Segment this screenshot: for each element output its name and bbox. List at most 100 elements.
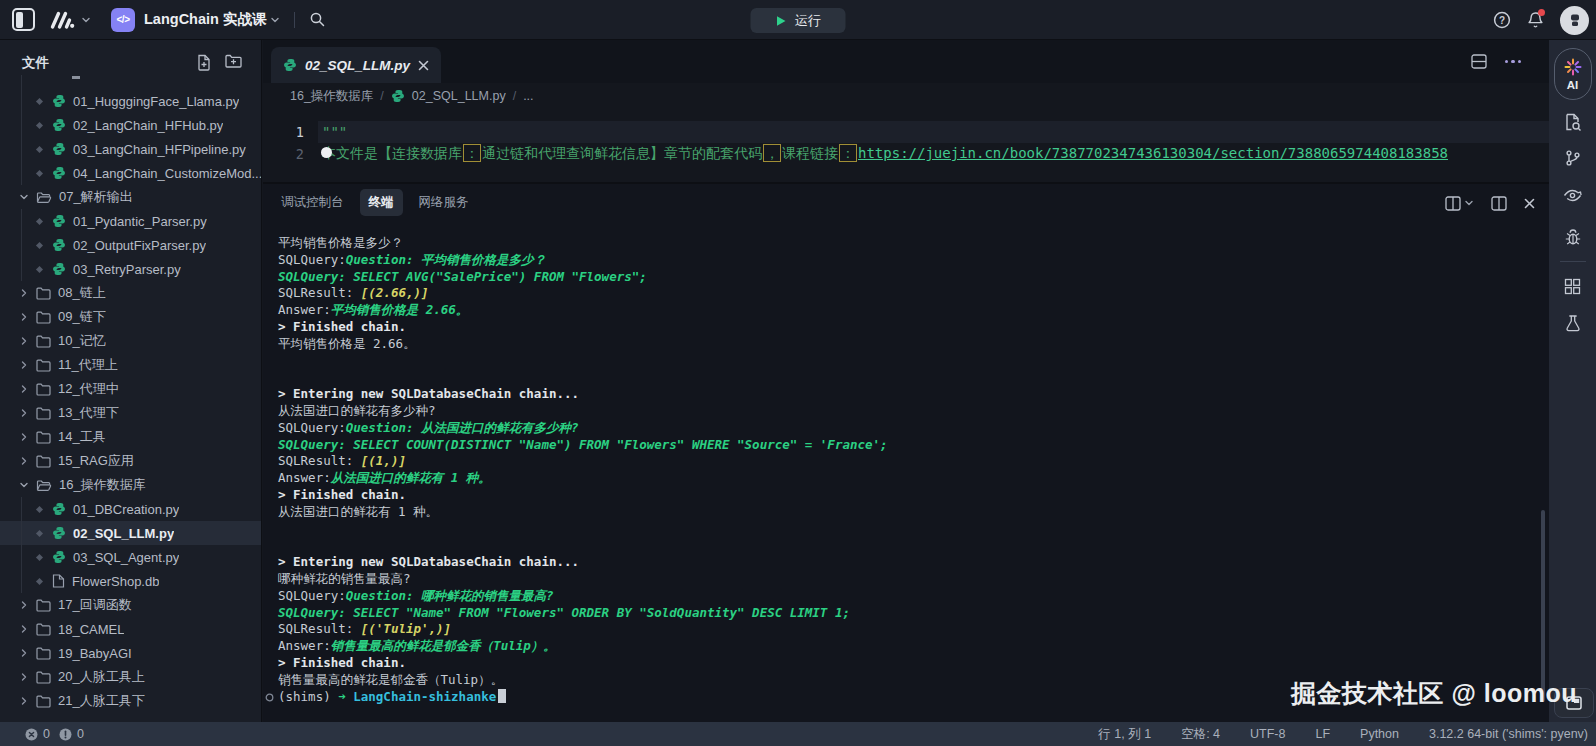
status-item[interactable]: 3.12.2 64-bit ('shims': pyenv) bbox=[1429, 727, 1588, 741]
tree-file[interactable]: 03_RetryParser.py bbox=[0, 257, 261, 281]
new-file-icon[interactable] bbox=[196, 54, 212, 71]
run-button[interactable]: 运行 bbox=[751, 8, 846, 33]
tree-folder[interactable]: 14_工具 bbox=[0, 425, 261, 449]
project-name[interactable]: LangChain 实战课 bbox=[144, 10, 266, 29]
testing-icon[interactable] bbox=[1565, 314, 1581, 332]
tree-item-label: 13_代理下 bbox=[58, 404, 119, 422]
tree-folder[interactable]: 17_回调函数 bbox=[0, 593, 261, 617]
tree-folder[interactable]: 09_链下 bbox=[0, 305, 261, 329]
breadcrumb-folder[interactable]: 16_操作数据库 bbox=[290, 88, 373, 105]
tree-item-label: 17_回调函数 bbox=[58, 596, 132, 614]
split-panel-icon[interactable] bbox=[1491, 196, 1507, 211]
terminal-line: > Finished chain. bbox=[278, 655, 1549, 672]
errors-count[interactable]: 0 bbox=[43, 727, 50, 741]
status-item[interactable]: UTF-8 bbox=[1250, 727, 1285, 741]
tree-file[interactable]: 02_SQL_LLM.py bbox=[0, 521, 261, 545]
tree-item-label: 20_人脉工具上 bbox=[58, 668, 145, 686]
project-badge-icon[interactable]: </> bbox=[111, 8, 135, 32]
breadcrumb: 16_操作数据库 / 02_SQL_LLM.py / ... bbox=[263, 83, 1549, 109]
terminal-line: Answer:从法国进口的鲜花有 1 种。 bbox=[278, 470, 1549, 487]
panel-tab-active[interactable]: 终端 bbox=[360, 189, 403, 216]
tree-folder[interactable]: 13_代理下 bbox=[0, 401, 261, 425]
code-line: 1 """ bbox=[263, 121, 1549, 143]
search-icon[interactable] bbox=[309, 11, 326, 28]
tab-02-sql-llm[interactable]: 02_SQL_LLM.py bbox=[271, 47, 441, 83]
scrollbar[interactable] bbox=[1541, 510, 1545, 702]
status-item[interactable]: 空格: 4 bbox=[1181, 726, 1220, 743]
status-item[interactable]: Python bbox=[1360, 727, 1399, 741]
source-control-icon[interactable] bbox=[1565, 149, 1581, 167]
tree-folder[interactable]: 21_人脉工具下 bbox=[0, 689, 261, 713]
new-folder-icon[interactable] bbox=[225, 54, 243, 71]
tree-folder[interactable]: 12_代理中 bbox=[0, 377, 261, 401]
tree-folder[interactable]: 11_代理上 bbox=[0, 353, 261, 377]
errors-icon[interactable] bbox=[25, 728, 38, 741]
code-editor[interactable]: 1"""2本文件是【连接数据库：通过链和代理查询鲜花信息】章节的配套代码，课程链… bbox=[263, 109, 1549, 182]
tree-file[interactable]: 01_Pydantic_Parser.py bbox=[0, 209, 261, 233]
close-icon[interactable] bbox=[418, 60, 429, 71]
python-file-icon bbox=[52, 94, 66, 108]
terminal-line: 从法国进口的鲜花有多少种? bbox=[278, 403, 1549, 420]
terminal-line bbox=[278, 369, 1549, 386]
toggle-sidebar-icon[interactable] bbox=[12, 8, 35, 31]
status-item[interactable]: LF bbox=[1315, 727, 1330, 741]
help-icon[interactable]: ? bbox=[1493, 11, 1511, 29]
breadcrumb-more[interactable]: ... bbox=[523, 89, 533, 103]
search-files-icon[interactable] bbox=[1564, 113, 1582, 131]
tree-file[interactable]: 03_SQL_Agent.py bbox=[0, 545, 261, 569]
tree-item-label: 02_OutputFixParser.py bbox=[73, 238, 206, 253]
panel-tab-inactive[interactable]: 网络服务 bbox=[419, 189, 469, 216]
python-file-icon bbox=[52, 550, 66, 564]
tree-folder[interactable]: 16_操作数据库 bbox=[0, 473, 261, 497]
more-actions-icon[interactable] bbox=[1505, 60, 1522, 64]
code-text: """ bbox=[322, 124, 347, 140]
terminal-line: SQLResult: [('Tulip',)] bbox=[278, 621, 1549, 638]
status-item[interactable]: 行 1, 列 1 bbox=[1098, 726, 1151, 743]
tree-file[interactable]: 02_OutputFixParser.py bbox=[0, 233, 261, 257]
tree-folder[interactable]: 10_记忆 bbox=[0, 329, 261, 353]
line-number: 1 bbox=[263, 124, 304, 140]
tree-item-label: 12_代理中 bbox=[58, 380, 119, 398]
tree-file[interactable]: 01_DBCreation.py bbox=[0, 497, 261, 521]
terminal-line bbox=[278, 353, 1549, 370]
tree-file[interactable]: 01_HugggingFace_Llama.py bbox=[0, 89, 261, 113]
tree-folder[interactable]: 15_RAG应用 bbox=[0, 449, 261, 473]
chevron-right-icon bbox=[19, 600, 29, 610]
live-watch-icon[interactable] bbox=[1562, 187, 1583, 204]
close-panel-icon[interactable] bbox=[1524, 198, 1535, 209]
terminal-text: SQLQuery: bbox=[278, 420, 346, 435]
tree-folder[interactable]: 19_BabyAGI bbox=[0, 641, 261, 665]
tree-folder[interactable]: 20_人脉工具上 bbox=[0, 665, 261, 689]
ai-assistant-button[interactable]: AI bbox=[1554, 48, 1592, 100]
tree-file[interactable]: 02_LangChain_HFHub.py bbox=[0, 113, 261, 137]
panel-tab-inactive[interactable]: 调试控制台 bbox=[281, 189, 344, 216]
split-terminal-icon[interactable] bbox=[1445, 196, 1474, 211]
extensions-icon[interactable] bbox=[1564, 278, 1581, 295]
tree-folder[interactable]: 18_CAMEL bbox=[0, 617, 261, 641]
terminal-line bbox=[278, 521, 1549, 538]
warnings-icon[interactable] bbox=[59, 728, 72, 741]
chevron-down-icon[interactable] bbox=[270, 15, 280, 25]
tree-item-label: 21_人脉工具下 bbox=[58, 692, 145, 710]
tree-file[interactable]: 04_LangChain_CustomizeMod... bbox=[0, 161, 261, 185]
terminal-line: SQLResult: [(1,)] bbox=[278, 453, 1549, 470]
code-link[interactable]: https://juejin.cn/book/73877023474361303… bbox=[858, 145, 1448, 161]
tree-file[interactable]: 03_LangChain_HFPipeline.py bbox=[0, 137, 261, 161]
warnings-count[interactable]: 0 bbox=[77, 727, 84, 741]
tree-file[interactable]: FlowerShop.db bbox=[0, 569, 261, 593]
tree-folder[interactable]: 07_解析输出 bbox=[0, 185, 261, 209]
notifications-bell-icon[interactable] bbox=[1527, 11, 1544, 29]
debug-icon[interactable] bbox=[1564, 228, 1582, 246]
tree-item-label: 10_记忆 bbox=[58, 332, 106, 350]
terminal[interactable]: 平均销售价格是多少？SQLQuery:Question: 平均销售价格是多少？S… bbox=[263, 222, 1549, 722]
split-editor-icon[interactable] bbox=[1471, 54, 1487, 69]
file-explorer: 文件 01_HugggingFace_Llama.py02_LangChain_… bbox=[0, 40, 262, 722]
breadcrumb-file[interactable]: 02_SQL_LLM.py bbox=[412, 89, 506, 103]
tree-folder[interactable]: 08_链上 bbox=[0, 281, 261, 305]
chevron-down-icon[interactable] bbox=[81, 15, 91, 25]
tree-item-label: 16_操作数据库 bbox=[59, 476, 146, 494]
app-logo-icon[interactable] bbox=[49, 10, 76, 30]
avatar[interactable] bbox=[1560, 6, 1589, 35]
indent-guide bbox=[21, 497, 22, 593]
tree-item-label: 11_代理上 bbox=[58, 356, 118, 374]
